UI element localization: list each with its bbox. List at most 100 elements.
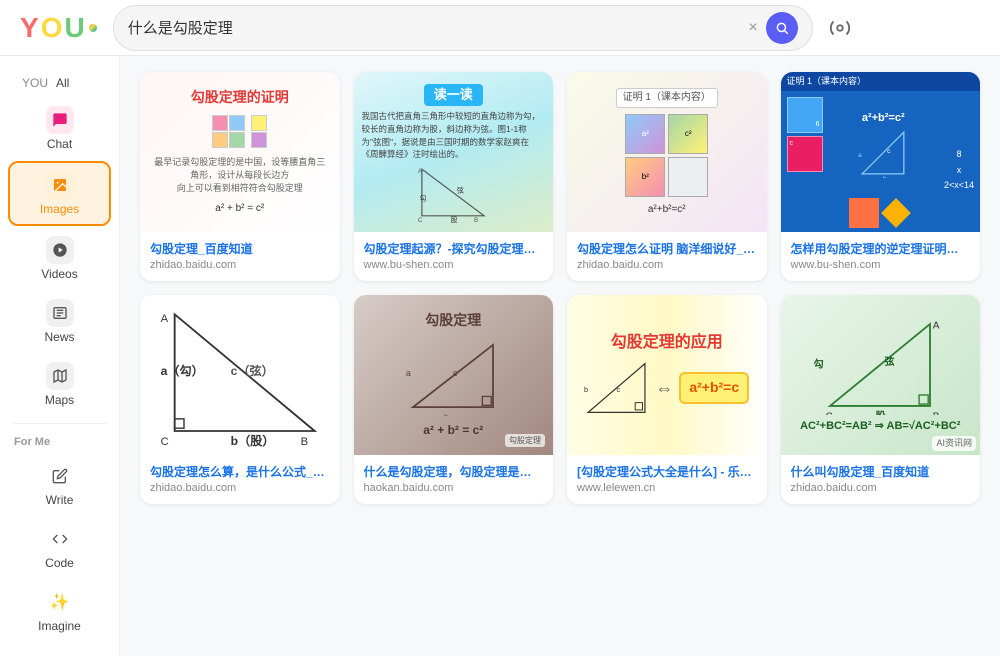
card8-title: 什么叫勾股定理_百度知道 xyxy=(791,463,971,480)
card2-text: 我国古代把直角三角形中较短的直角边称为勾，较长的直角边称为股，斜边称为弦。图1-… xyxy=(362,110,546,161)
card3-info: 勾股定理怎么证明 脑洋细说好_百度知道 zhidao.baidu.com xyxy=(567,232,767,281)
sidebar-divider xyxy=(12,423,107,424)
image-card-1[interactable]: 勾股定理的证明 xyxy=(140,72,340,281)
card5-info: 勾股定理怎么算，是什么公式_百度知道 zhidao.baidu.com xyxy=(140,455,340,504)
search-button[interactable] xyxy=(766,12,798,44)
card7-main-title: 勾股定理的应用 xyxy=(611,332,723,354)
image-area-6: 勾股定理 b a c a² + b² = c² 勾股定理 xyxy=(354,295,554,455)
imagine-icon: ✨ xyxy=(46,588,74,616)
card2-title: 勾股定理起源？-探究勾股定理的起源写一篇议论文 xyxy=(364,240,544,257)
logo[interactable]: Y O U xyxy=(20,12,97,44)
you-label: YOU xyxy=(22,76,48,90)
chat-icon xyxy=(46,106,74,134)
image-card-2[interactable]: 读一读 我国古代把直角三角形中较短的直角边称为勾，较长的直角边称为股，斜边称为弦… xyxy=(354,72,554,281)
sidebar-item-imagine[interactable]: ✨ Imagine xyxy=(8,580,111,641)
sidebar-label-images: Images xyxy=(40,202,79,216)
sidebar-item-videos[interactable]: Videos xyxy=(8,228,111,289)
clear-button[interactable]: × xyxy=(748,20,757,36)
svg-text:b（股）: b（股） xyxy=(230,433,274,448)
card6-title-text: 勾股定理 xyxy=(425,311,481,331)
card6-title: 什么是勾股定理，勾股定理是怎么算出来的，你会了吗_好看视频 xyxy=(364,463,544,480)
sidebar-label-write: Write xyxy=(46,493,74,507)
card4-title: 怎样用勾股定理的逆定理证明直角三角形·证明勾股定理的逆定理 xyxy=(791,240,971,257)
card3-formula: a²+b²=c² xyxy=(648,203,686,217)
header: Y O U × xyxy=(0,0,1000,56)
sidebar-item-images[interactable]: Images xyxy=(8,161,111,226)
card8-info: 什么叫勾股定理_百度知道 zhidao.baidu.com xyxy=(781,455,981,504)
code-icon xyxy=(46,525,74,553)
sidebar-item-study[interactable]: Study xyxy=(8,643,111,656)
image-area-7: 勾股定理的应用 b c ⇔ a²+b²=c xyxy=(567,295,767,455)
logo-y: Y xyxy=(20,12,39,44)
card7-info: [勾股定理公式大全是什么] - 乐乐何答 www.lelewen.cn xyxy=(567,455,767,504)
svg-text:A: A xyxy=(160,313,168,325)
sidebar-item-code[interactable]: Code xyxy=(8,517,111,578)
sidebar-label-all: All xyxy=(56,76,69,90)
svg-text:c: c xyxy=(617,385,621,394)
svg-text:C: C xyxy=(826,412,833,415)
main-layout: YOU All Chat Images Videos News xyxy=(0,56,1000,656)
sidebar-item-all[interactable]: YOU All xyxy=(8,70,111,96)
image-card-3[interactable]: 证明 1（课本内容） a² c² b² a²+b²=c² 勾股定理怎么证明 脑洋… xyxy=(567,72,767,281)
card4-formula: a²+b²=c² xyxy=(862,111,905,126)
card2-read-label: 读一读 xyxy=(424,84,483,106)
card1-info: 勾股定理_百度知道 zhidao.baidu.com xyxy=(140,232,340,281)
card5-url: zhidao.baidu.com xyxy=(150,482,330,494)
search-input[interactable] xyxy=(128,19,741,36)
svg-text:B: B xyxy=(474,217,478,224)
svg-text:b: b xyxy=(584,385,588,394)
card6-svg: b a c xyxy=(403,336,503,416)
svg-text:c（弦）: c（弦） xyxy=(230,363,273,378)
card2-info: 勾股定理起源？-探究勾股定理的起源写一篇议论文 www.bu-shen.com xyxy=(354,232,554,281)
card5-triangle-svg: b（股） a（勾） c（弦） C B A xyxy=(155,305,325,445)
images-icon xyxy=(46,171,74,199)
image-card-7[interactable]: 勾股定理的应用 b c ⇔ a²+b²=c xyxy=(567,295,767,504)
card8-url: zhidao.baidu.com xyxy=(791,482,971,494)
card8-watermark: AI资讯网 xyxy=(932,436,976,451)
svg-text:b: b xyxy=(444,413,449,417)
card4-header: 证明 1（课本内容） xyxy=(781,72,981,91)
image-card-4[interactable]: 证明 1（课本内容） 6 c a²+b²=c xyxy=(781,72,981,281)
sidebar-item-maps[interactable]: Maps xyxy=(8,354,111,415)
image-area-5: b（股） a（勾） c（弦） C B A xyxy=(140,295,340,455)
card1-img-title: 勾股定理的证明 xyxy=(191,88,289,108)
svg-text:股: 股 xyxy=(876,411,887,415)
svg-text:弦: 弦 xyxy=(885,355,895,368)
logo-o: O xyxy=(41,12,63,44)
svg-text:c: c xyxy=(453,368,458,378)
card3-title: 勾股定理怎么证明 脑洋细说好_百度知道 xyxy=(577,240,757,257)
image-card-5[interactable]: b（股） a（勾） c（弦） C B A 勾股定理怎么算，是什么公 xyxy=(140,295,340,504)
svg-text:a: a xyxy=(406,368,411,378)
image-area-1: 勾股定理的证明 xyxy=(140,72,340,232)
image-card-8[interactable]: 勾 股 弦 C B A AC²+BC²=AB² ⇒ AB=√AC²+BC² AI… xyxy=(781,295,981,504)
svg-text:a（勾）: a（勾） xyxy=(160,363,203,378)
sidebar-item-news[interactable]: News xyxy=(8,291,111,352)
card3-url: zhidao.baidu.com xyxy=(577,259,757,271)
card4-url: www.bu-shen.com xyxy=(791,259,971,271)
card1-formula: a² + b² = c² xyxy=(215,202,264,216)
logo-dot xyxy=(89,24,97,32)
card7-title: [勾股定理公式大全是什么] - 乐乐何答 xyxy=(577,463,757,480)
card8-svg: 勾 股 弦 C B A xyxy=(810,315,950,415)
search-bar: × xyxy=(113,5,813,51)
sidebar-label-maps: Maps xyxy=(45,393,74,407)
sidebar-item-write[interactable]: Write xyxy=(8,454,111,515)
image-area-8: 勾 股 弦 C B A AC²+BC²=AB² ⇒ AB=√AC²+BC² AI… xyxy=(781,295,981,455)
card6-url: haokan.baidu.com xyxy=(364,482,544,494)
image-area-2: 读一读 我国古代把直角三角形中较短的直角边称为勾，较长的直角边称为股，斜边称为弦… xyxy=(354,72,554,232)
svg-text:勾: 勾 xyxy=(420,193,427,202)
image-card-6[interactable]: 勾股定理 b a c a² + b² = c² 勾股定理 什么是勾股定理，勾股 xyxy=(354,295,554,504)
sidebar-label-videos: Videos xyxy=(41,267,77,281)
sidebar-label-imagine: Imagine xyxy=(38,619,81,633)
card4-triangle-svg: a b c xyxy=(858,128,908,178)
svg-text:A: A xyxy=(933,321,940,332)
card1-img-text: 最早记录勾股定理的是中国，设等腰直角三角形，设计从每段长边方向上可以看到相符符合… xyxy=(146,156,334,194)
filter-button[interactable] xyxy=(829,17,851,39)
sidebar-item-chat[interactable]: Chat xyxy=(8,98,111,159)
svg-text:b: b xyxy=(883,175,887,178)
card6-watermark: 勾股定理 xyxy=(505,434,545,447)
sidebar-label-code: Code xyxy=(45,556,74,570)
card1-title: 勾股定理_百度知道 xyxy=(150,240,330,257)
svg-text:c: c xyxy=(887,148,891,155)
svg-text:B: B xyxy=(933,412,940,415)
